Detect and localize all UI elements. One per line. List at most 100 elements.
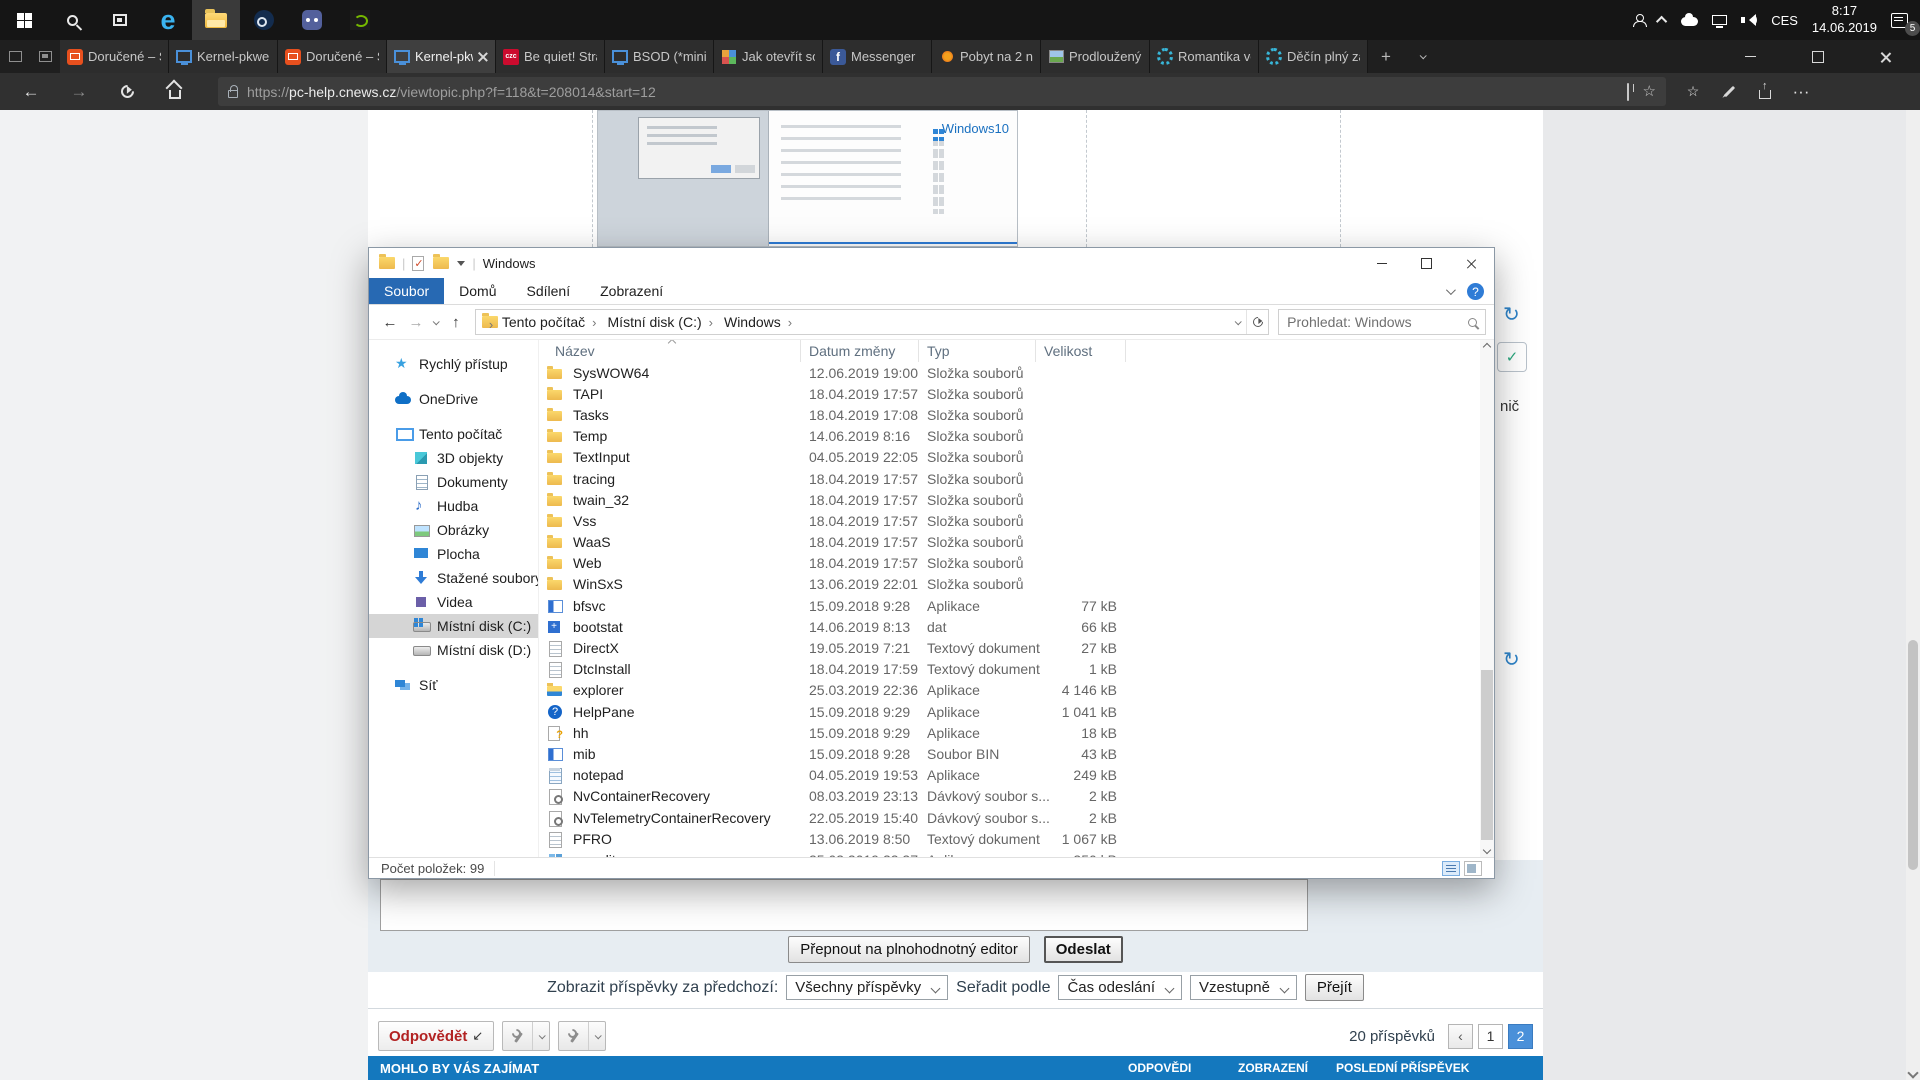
ribbon-tab[interactable]: Zobrazení [585,278,678,304]
browser-tab[interactable]: Kernel-pkw [387,40,496,73]
refresh-button[interactable] [110,75,144,109]
help-icon[interactable] [1467,283,1484,300]
explorer-address-bar[interactable]: Tento počítačMístní disk (C:)Windows [475,309,1269,335]
task-view-button[interactable] [96,0,144,40]
file-row[interactable]: DtcInstall 18.04.2019 17:59 Textový doku… [539,659,1480,680]
more-options-button[interactable]: ··· [1784,75,1818,109]
explorer-maximize-button[interactable] [1404,248,1449,278]
back-button[interactable]: ← [14,75,48,109]
post-rotate-icon[interactable]: ↻ [1503,305,1520,325]
scroll-up-icon[interactable] [1483,343,1491,351]
maximize-button[interactable] [1784,40,1852,73]
file-row[interactable]: hh 15.09.2018 9:29 Aplikace 18 kB [539,722,1480,743]
quick-access-properties-icon[interactable] [412,256,424,271]
file-row[interactable]: HelpPane 15.09.2018 9:29 Aplikace 1 041 … [539,701,1480,722]
explorer-up-button[interactable]: ↑ [443,309,469,335]
browser-tab[interactable]: Romantika ve m [1150,40,1259,73]
taskbar-discord-button[interactable] [288,0,336,40]
ribbon-tab[interactable]: Soubor [369,278,444,304]
explorer-close-button[interactable] [1449,248,1494,278]
file-row[interactable]: regedit 25.03.2019 22:37 Aplikace 350 kB [539,849,1480,857]
sidebar-item[interactable]: Síť [369,673,538,697]
file-row[interactable]: Temp 14.06.2019 8:16 Složka souborů [539,426,1480,447]
file-row[interactable]: WinSxS 13.06.2019 22:01 Složka souborů [539,574,1480,595]
sidebar-item[interactable]: Tento počítač [369,422,538,446]
file-row[interactable]: explorer 25.03.2019 22:36 Aplikace 4 146… [539,680,1480,701]
browser-tab[interactable]: BSOD (*minidur [605,40,714,73]
file-row[interactable]: NvTelemetryContainerRecovery 22.05.2019 … [539,807,1480,828]
volume-tray-button[interactable] [1734,0,1764,40]
breadcrumb-item[interactable]: Tento počítač [500,314,606,330]
reply-button[interactable]: Odpovědět↙ [378,1021,494,1051]
column-header-date[interactable]: Datum změny [801,340,919,362]
column-header-size[interactable]: Velikost [1036,340,1126,362]
browser-scrollbar[interactable] [1906,110,1920,1080]
sidebar-item[interactable]: Rychlý přístup [369,352,538,376]
ribbon-tab[interactable]: Domů [444,278,511,304]
share-button[interactable] [1748,75,1782,109]
file-row[interactable]: SysWOW64 12.06.2019 19:00 Složka souborů [539,362,1480,383]
taskbar-file-explorer-button[interactable] [192,0,240,40]
hub-button[interactable]: ☆ [1676,75,1710,109]
file-row[interactable]: notepad 04.05.2019 19:53 Aplikace 249 kB [539,765,1480,786]
forward-button[interactable]: → [62,75,96,109]
thumbnails-view-button[interactable] [1464,861,1482,876]
moderator-tools-button[interactable] [558,1021,606,1051]
column-header-type[interactable]: Typ [919,340,1036,362]
new-tab-button[interactable]: + [1368,40,1404,73]
close-button[interactable] [1852,40,1920,73]
quick-reply-textarea[interactable] [380,879,1308,931]
tab-close-icon[interactable] [478,52,488,62]
taskbar-steam-button[interactable] [240,0,288,40]
taskbar-search-button[interactable] [48,0,96,40]
browser-tab[interactable]: Be quiet! Straigh [496,40,605,73]
expand-ribbon-icon[interactable] [1446,285,1456,295]
sidebar-item[interactable]: Stažené soubory [369,566,538,590]
explorer-title-bar[interactable]: | | Windows [369,248,1494,278]
file-row[interactable]: Web 18.04.2019 17:57 Složka souborů [539,553,1480,574]
details-view-button[interactable] [1442,861,1460,876]
browser-tab[interactable]: Messenger [823,40,932,73]
file-row[interactable]: bfsvc 15.09.2018 9:28 Aplikace 77 kB [539,595,1480,616]
browser-tab[interactable]: Jak otevřít soub [714,40,823,73]
file-row[interactable]: DirectX 19.05.2019 7:21 Textový dokument… [539,637,1480,658]
file-row[interactable]: Vss 18.04.2019 17:57 Složka souborů [539,510,1480,531]
browser-tab[interactable]: Děčín plný zážit [1259,40,1368,73]
post-check-card[interactable] [1497,342,1527,372]
sidebar-item[interactable]: Obrázky [369,518,538,542]
people-button[interactable] [1626,0,1652,40]
favorite-star-button[interactable]: ☆ [1643,84,1656,99]
file-row[interactable]: bootstat 14.06.2019 8:13 dat 66 kB [539,616,1480,637]
tabs-aside-button[interactable] [0,40,30,73]
explorer-back-button[interactable]: ← [377,309,403,335]
file-row[interactable]: WaaS 18.04.2019 17:57 Složka souborů [539,532,1480,553]
scroll-down-icon[interactable] [1483,846,1491,854]
explorer-search-box[interactable]: Prohledat: Windows [1278,309,1486,335]
file-row[interactable]: TextInput 04.05.2019 22:05 Složka soubor… [539,447,1480,468]
file-row[interactable]: twain_32 18.04.2019 17:57 Složka souborů [539,489,1480,510]
quick-access-newfolder-icon[interactable] [433,257,449,269]
sidebar-item[interactable]: Místní disk (C:) [369,614,538,638]
prev-page-button[interactable]: ‹ [1448,1024,1473,1049]
tab-list-button[interactable] [1404,40,1440,73]
tab-preview-button[interactable] [30,40,60,73]
file-row[interactable]: Tasks 18.04.2019 17:08 Složka souborů [539,404,1480,425]
sidebar-item[interactable]: Místní disk (D:) [369,638,538,662]
sidebar-item[interactable]: Dokumenty [369,470,538,494]
start-button[interactable] [0,0,48,40]
file-row[interactable]: tracing 18.04.2019 17:57 Složka souborů [539,468,1480,489]
file-list-scrollbar[interactable] [1480,340,1494,857]
file-row[interactable]: PFRO 13.06.2019 8:50 Textový dokument 1 … [539,828,1480,849]
clock[interactable]: 8:17 14.06.2019 [1805,0,1884,40]
reading-view-button[interactable] [1627,84,1629,100]
address-bar[interactable]: https://pc-help.cnews.cz/viewtopic.php?f… [218,77,1666,106]
scrollbar-thumb[interactable] [1481,670,1493,840]
sidebar-item[interactable]: Videa [369,590,538,614]
submit-button[interactable]: Odeslat [1044,936,1123,963]
language-indicator[interactable]: CES [1764,0,1805,40]
annotate-button[interactable] [1712,75,1746,109]
topic-tools-button[interactable] [502,1021,550,1051]
sort-by-select[interactable]: Čas odeslání [1058,975,1182,1000]
taskbar-edge-button[interactable]: e [144,0,192,40]
browser-tab[interactable]: Prodloužený vík [1041,40,1150,73]
